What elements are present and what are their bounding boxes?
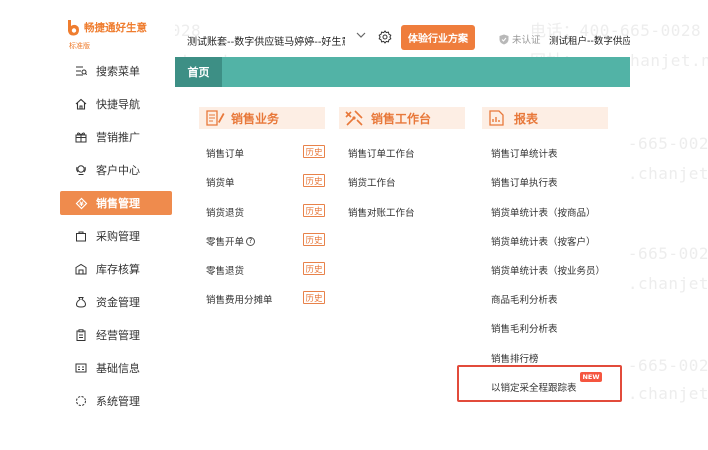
sidebar-item-operations[interactable]: 经营管理 — [60, 323, 172, 347]
logo-edition: 标准版 — [69, 42, 90, 50]
menu-item-expense-allocation[interactable]: 销售费用分摊单 — [206, 292, 273, 306]
tenant-name[interactable]: 测试租户--数字供应链 — [549, 33, 630, 47]
clipboard-icon — [74, 328, 88, 342]
sidebar-item-label: 经营管理 — [96, 329, 140, 342]
sidebar-item-inventory[interactable]: 库存核算 — [60, 257, 172, 281]
new-badge: NEW — [580, 372, 602, 382]
history-button[interactable]: 历史 — [303, 233, 325, 246]
column-title: 报表 — [514, 111, 539, 126]
menu-item-reconciliation-workbench[interactable]: 销售对账工作台 — [348, 205, 415, 219]
customer-icon — [74, 163, 88, 177]
sidebar-item-label: 基础信息 — [96, 362, 140, 375]
menu-item-label: 零售开单 — [206, 237, 245, 248]
report-icon — [489, 110, 504, 126]
logo[interactable]: 畅捷通好生意 标准版 — [62, 16, 168, 52]
menu-item-delivery-note[interactable]: 销货单 — [206, 175, 235, 189]
sidebar-item-label: 资金管理 — [96, 296, 140, 309]
sidebar: 畅捷通好生意 标准版 搜索菜单 快捷导航 营销推广 客户中心 ¥ 销售管理 采购… — [0, 0, 175, 414]
menu-item-retail-return[interactable]: 零售退货 — [206, 263, 244, 277]
workbench-icon — [345, 110, 363, 126]
sidebar-item-label: 快捷导航 — [96, 98, 140, 111]
sidebar-item-label: 销售管理 — [96, 197, 140, 210]
menu-item-sales-return[interactable]: 销货退货 — [206, 205, 244, 219]
menu-item-report[interactable]: 销售订单执行表 — [491, 175, 558, 189]
menu-item-report[interactable]: 销售排行榜 — [491, 351, 539, 365]
sales-workbench-header: 销售工作台 — [339, 107, 465, 129]
sidebar-item-system[interactable]: 系统管理 — [60, 389, 172, 413]
menu-item-report[interactable]: 销货单统计表（按业务员） — [491, 263, 605, 277]
menu-item-report[interactable]: 商品毛利分析表 — [491, 292, 558, 306]
menu-item-sales-order-workbench[interactable]: 销售订单工作台 — [348, 146, 415, 160]
document-edit-icon — [206, 110, 225, 126]
verification-status[interactable]: 未认证 — [499, 32, 541, 46]
warehouse-icon — [74, 262, 88, 276]
menu-item-sales-order[interactable]: 销售订单 — [206, 146, 244, 160]
menu-item-report[interactable]: 销货单统计表（按商品） — [491, 205, 596, 219]
sidebar-item-customer-center[interactable]: 客户中心 — [60, 158, 172, 182]
column-title: 销售工作台 — [371, 111, 432, 126]
gift-icon — [74, 130, 88, 144]
logo-icon — [68, 20, 79, 36]
history-button[interactable]: 历史 — [303, 204, 325, 217]
menu-item-report[interactable]: 销货单统计表（按客户） — [491, 234, 596, 248]
logo-name: 畅捷通好生意 — [84, 22, 147, 34]
sidebar-item-basic-info[interactable]: 基础信息 — [60, 356, 172, 380]
sidebar-item-funds[interactable]: 资金管理 — [60, 290, 172, 314]
tab-home[interactable]: 首页 — [175, 57, 222, 87]
shield-icon — [499, 34, 509, 44]
sidebar-item-label: 客户中心 — [96, 164, 140, 177]
sidebar-item-label: 采购管理 — [96, 230, 140, 243]
help-icon[interactable]: ? — [246, 236, 256, 246]
bag-icon — [74, 229, 88, 243]
menu-item-report[interactable]: 销售订单统计表 — [491, 146, 558, 160]
try-industry-solution-button[interactable]: 体验行业方案 — [401, 25, 475, 50]
tab-bar: 首页 — [175, 57, 630, 87]
sidebar-item-quick-nav[interactable]: 快捷导航 — [60, 92, 172, 116]
sidebar-item-label: 库存核算 — [96, 263, 140, 276]
account-selector[interactable]: 测试账套--数字供应链马婷婷--好生意... — [187, 33, 345, 48]
history-button[interactable]: 历史 — [303, 262, 325, 275]
sidebar-item-search-menu[interactable]: 搜索菜单 — [60, 59, 172, 83]
sidebar-item-label: 系统管理 — [96, 395, 140, 408]
sidebar-item-label: 搜索菜单 — [96, 65, 140, 78]
reports-header: 报表 — [482, 107, 608, 129]
sidebar-item-label: 营销推广 — [96, 131, 140, 144]
verification-label: 未认证 — [512, 35, 541, 46]
home-icon — [74, 97, 88, 111]
id-card-icon — [74, 361, 88, 375]
sidebar-item-marketing[interactable]: 营销推广 — [60, 125, 172, 149]
menu-item-report[interactable]: 销售毛利分析表 — [491, 321, 558, 335]
history-button[interactable]: 历史 — [303, 291, 325, 304]
sidebar-item-sales-management[interactable]: ¥ 销售管理 — [60, 191, 172, 215]
sales-business-header: 销售业务 — [199, 107, 325, 129]
chevron-down-icon[interactable] — [355, 29, 367, 41]
gear-icon[interactable] — [378, 30, 392, 44]
history-button[interactable]: 历史 — [303, 174, 325, 187]
highlight-box — [457, 365, 622, 402]
menu-item-delivery-workbench[interactable]: 销货工作台 — [348, 175, 396, 189]
history-button[interactable]: 历史 — [303, 145, 325, 158]
menu-item-retail-billing[interactable]: 零售开单 ? — [206, 234, 256, 248]
top-header: 测试账套--数字供应链马婷婷--好生意... 体验行业方案 未认证 测试租户--… — [175, 23, 708, 53]
settings-icon — [74, 394, 88, 408]
money-bag-icon — [74, 295, 88, 309]
search-menu-icon — [74, 64, 88, 78]
sales-icon: ¥ — [74, 196, 88, 210]
sidebar-item-purchase-management[interactable]: 采购管理 — [60, 224, 172, 248]
column-title: 销售业务 — [231, 111, 280, 126]
